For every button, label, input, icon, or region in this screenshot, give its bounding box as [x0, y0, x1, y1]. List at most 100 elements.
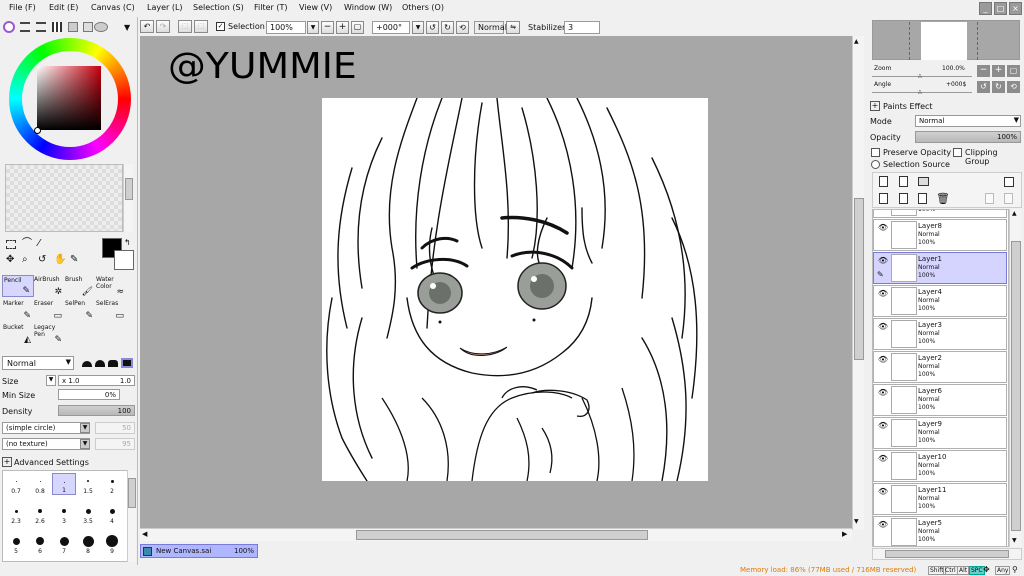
- tool-water-color[interactable]: Water Color ≈: [95, 275, 127, 297]
- menu-edit[interactable]: Edit (E): [49, 3, 78, 12]
- rotate-reset-icon[interactable]: ⟲: [456, 21, 469, 34]
- new-linework-layer-icon[interactable]: [899, 176, 908, 187]
- canvas-vertical-scrollbar[interactable]: ▲ ▼: [852, 36, 864, 530]
- brush-blend-mode-select[interactable]: Normal ▼: [2, 356, 74, 370]
- density-slider[interactable]: 100: [58, 405, 135, 416]
- eye-icon[interactable]: 👁: [876, 354, 890, 366]
- canvas-horizontal-scrollbar[interactable]: ◀ ▶: [140, 528, 852, 541]
- eye-icon[interactable]: 👁: [876, 486, 890, 498]
- drawing-canvas[interactable]: [322, 98, 708, 481]
- rotate-right-icon[interactable]: ↻: [441, 21, 454, 34]
- layer-row[interactable]: 👁 Layer10 Normal 100%: [873, 450, 1007, 482]
- navigator-preview[interactable]: [872, 20, 1020, 60]
- scratchpad-scrollbar[interactable]: [123, 164, 133, 232]
- scratchpad-area[interactable]: [5, 164, 123, 232]
- nav-rotate-left-icon[interactable]: ↺: [977, 81, 990, 93]
- paints-effect-toggle-icon[interactable]: +: [870, 101, 880, 111]
- brush-size-cell[interactable]: 1: [52, 473, 76, 495]
- layer-mode-select[interactable]: Normal ▼: [915, 115, 1021, 127]
- delete-mask-icon[interactable]: [1004, 193, 1013, 204]
- eye-icon[interactable]: 👁: [876, 288, 890, 300]
- selection-checkbox[interactable]: ✓: [216, 22, 225, 31]
- blend-mode-field[interactable]: Normal: [474, 21, 507, 34]
- nav-angle-slider[interactable]: △: [872, 89, 972, 95]
- layer-row[interactable]: 👁 Layer4 Normal 100%: [873, 285, 1007, 317]
- saturation-value-square[interactable]: [37, 66, 101, 130]
- nav-rotate-right-icon[interactable]: ↻: [992, 81, 1005, 93]
- delete-layer-icon[interactable]: 🗑: [936, 192, 950, 205]
- flip-horizontal-icon[interactable]: ⇋: [506, 21, 520, 34]
- zoom-reset-icon[interactable]: ▢: [351, 21, 364, 34]
- eye-icon[interactable]: 👁: [876, 519, 890, 531]
- layer-opacity-slider[interactable]: 100%: [915, 131, 1021, 143]
- zoom-out-icon[interactable]: −: [321, 21, 334, 34]
- layer-row[interactable]: 👁100%: [873, 210, 1007, 218]
- edge-medium-icon[interactable]: [95, 360, 105, 367]
- new-layer-icon[interactable]: [879, 176, 888, 187]
- swatch-icon[interactable]: [52, 22, 62, 32]
- tool-seleras[interactable]: SelEras ▭: [95, 299, 127, 321]
- nav-zoom-slider[interactable]: △: [872, 73, 972, 79]
- tool-legacy-pen[interactable]: Legacy Pen ✎: [33, 323, 65, 345]
- edge-flat-icon[interactable]: [121, 358, 133, 368]
- tool-selpen[interactable]: SelPen ✎: [64, 299, 96, 321]
- menu-selection[interactable]: Selection (S): [193, 3, 244, 12]
- layer-row[interactable]: 👁 Layer1 Normal 100% ✎: [873, 252, 1007, 284]
- color-wheel-mode-icon[interactable]: [3, 21, 15, 33]
- zoom-icon[interactable]: ⌕: [22, 255, 28, 265]
- eyedropper-icon[interactable]: ✎: [70, 255, 78, 265]
- layer-row[interactable]: 👁 Layer3 Normal 100%: [873, 318, 1007, 350]
- undo-icon[interactable]: ↶: [140, 20, 154, 33]
- menu-layer[interactable]: Layer (L): [147, 3, 183, 12]
- brush-size-cell[interactable]: 4: [100, 503, 124, 525]
- rotate-icon[interactable]: ↺: [38, 255, 46, 265]
- brush-size-cell[interactable]: 1.5: [76, 473, 100, 495]
- advanced-settings-toggle-icon[interactable]: +: [2, 457, 12, 467]
- layer-row[interactable]: 👁 Layer8 Normal 100%: [873, 219, 1007, 251]
- swap-colors-icon[interactable]: ↰: [124, 238, 131, 247]
- layer-row[interactable]: 👁 Layer6 Normal 100%: [873, 384, 1007, 416]
- menu-filter[interactable]: Filter (T): [254, 3, 287, 12]
- nav-zoom-reset-icon[interactable]: ▢: [1007, 65, 1020, 77]
- invert-selection-icon[interactable]: ⬚: [194, 20, 208, 33]
- layer-row[interactable]: 👁 Layer5 Normal 100%: [873, 516, 1007, 546]
- secondary-color-swatch[interactable]: [114, 250, 134, 270]
- hsv-slider-icon[interactable]: [36, 22, 46, 32]
- canvas-tab[interactable]: New Canvas.sai 100%: [140, 544, 258, 558]
- eye-icon[interactable]: 👁: [876, 222, 890, 234]
- color-mixer-icon[interactable]: [68, 22, 78, 32]
- redo-icon[interactable]: ↷: [156, 20, 170, 33]
- lasso-icon[interactable]: ⌒: [22, 239, 32, 249]
- texture-dropdown-icon[interactable]: ▼: [80, 439, 90, 449]
- new-folder-icon[interactable]: [918, 177, 929, 186]
- close-icon[interactable]: ×: [1009, 2, 1022, 15]
- brush-size-cell[interactable]: 8: [76, 533, 100, 555]
- size-grid-scrollbar[interactable]: [127, 470, 136, 562]
- angle-dropdown-icon[interactable]: ▼: [412, 21, 424, 34]
- brush-size-cell[interactable]: 2.6: [28, 503, 52, 525]
- clipping-group-checkbox[interactable]: [953, 148, 962, 157]
- magic-wand-icon[interactable]: ⁄: [38, 239, 40, 249]
- rect-select-icon[interactable]: [6, 240, 16, 249]
- eye-icon[interactable]: 👁: [876, 420, 890, 432]
- nav-rotate-reset-icon[interactable]: ⟲: [1007, 81, 1020, 93]
- deselect-icon[interactable]: ⬚: [178, 20, 192, 33]
- zoom-dropdown-icon[interactable]: ▼: [307, 21, 319, 34]
- menu-window[interactable]: Window (W): [344, 3, 392, 12]
- menu-file[interactable]: File (F): [9, 3, 36, 12]
- panel-menu-arrow-icon[interactable]: ▼: [124, 23, 130, 32]
- eye-icon[interactable]: 👁: [876, 387, 890, 399]
- move-icon[interactable]: ✥: [6, 255, 14, 265]
- menu-others[interactable]: Others (O): [402, 3, 444, 12]
- hand-icon[interactable]: ✋: [54, 255, 66, 265]
- brush-size-cell[interactable]: 7: [52, 533, 76, 555]
- stabilizer-select[interactable]: 3: [564, 21, 600, 34]
- size-slider[interactable]: x 1.0 1.0: [58, 375, 135, 386]
- brush-size-cell[interactable]: 3: [52, 503, 76, 525]
- layer-row[interactable]: 👁 Layer2 Normal 100%: [873, 351, 1007, 383]
- nav-zoom-in-icon[interactable]: +: [992, 65, 1005, 77]
- tool-bucket[interactable]: Bucket ◭: [2, 323, 34, 345]
- brush-size-cell[interactable]: 0.7: [4, 473, 28, 495]
- color-picker-cursor[interactable]: [34, 127, 41, 134]
- shape-strength-slider[interactable]: 50: [95, 422, 135, 434]
